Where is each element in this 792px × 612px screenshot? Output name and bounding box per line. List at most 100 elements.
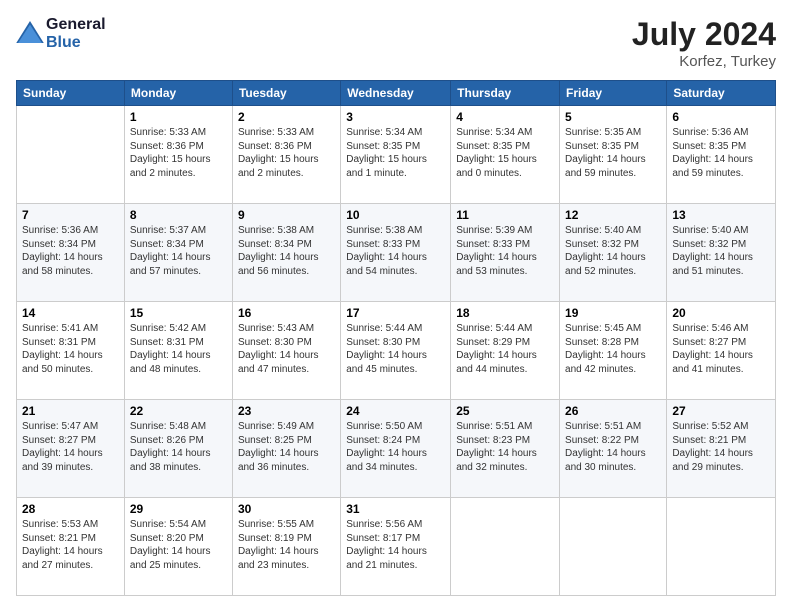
sunset: Sunset: 8:21 PM — [672, 435, 746, 446]
sunrise: Sunrise: 5:42 AM — [130, 323, 206, 334]
table-row: 5Sunrise: 5:35 AMSunset: 8:35 PMDaylight… — [560, 106, 667, 204]
daylight: Daylight: 15 hours and 2 minutes. — [130, 154, 211, 179]
day-number: 16 — [238, 306, 335, 320]
day-number: 8 — [130, 208, 227, 222]
sunset: Sunset: 8:27 PM — [22, 435, 96, 446]
table-row — [17, 106, 125, 204]
sunrise: Sunrise: 5:51 AM — [456, 421, 532, 432]
day-info: Sunrise: 5:36 AMSunset: 8:35 PMDaylight:… — [672, 126, 770, 180]
day-number: 22 — [130, 404, 227, 418]
table-row: 20 Sunrise: 5:46 AMSunset: 8:27 PMDayligh… — [667, 302, 776, 400]
sunrise: Sunrise: 5:37 AM — [130, 225, 206, 236]
table-row: 12Sunrise: 5:40 AMSunset: 8:32 PMDayligh… — [560, 204, 667, 302]
sunrise: Sunrise: 5:41 AM — [22, 323, 98, 334]
daylight: Daylight: 14 hours and 58 minutes. — [22, 252, 103, 277]
day-info: Sunrise: 5:34 AMSunset: 8:35 PMDaylight:… — [456, 126, 554, 180]
daylight: Daylight: 14 hours and 47 minutes. — [238, 350, 319, 375]
sunset: Sunset: 8:19 PM — [238, 533, 312, 544]
day-info: Sunrise: 5:46 AMSunset: 8:27 PMDaylight:… — [672, 322, 770, 376]
sunset: Sunset: 8:31 PM — [22, 337, 96, 348]
sunrise: Sunrise: 5:53 AM — [22, 519, 98, 530]
day-info: Sunrise: 5:44 AMSunset: 8:29 PMDaylight:… — [456, 322, 554, 376]
sunset: Sunset: 8:30 PM — [238, 337, 312, 348]
day-number: 27 — [672, 404, 770, 418]
sunrise: Sunrise: 5:47 AM — [22, 421, 98, 432]
day-info: Sunrise: 5:38 AM Sunset: 8:33 PM Daylight:… — [346, 224, 445, 278]
sunrise: Sunrise: 5:56 AM — [346, 519, 422, 530]
table-row: 21 Sunrise: 5:47 AM Sunset: 8:27 PM Dayligh… — [17, 400, 125, 498]
sunrise: Sunrise: 5:43 AM — [238, 323, 314, 334]
day-number: 1 — [130, 110, 227, 124]
sunrise: Sunrise: 5:48 AM — [130, 421, 206, 432]
table-row: 31Sunrise: 5:56 AMSunset: 8:17 PMDayligh… — [341, 498, 451, 596]
sunset: Sunset: 8:31 PM — [130, 337, 204, 348]
daylight: Daylight: 14 hours and 50 minutes. — [22, 350, 103, 375]
daylight: Daylight: 14 hours and 53 minutes. — [456, 252, 537, 277]
day-info: Sunrise: 5:33 AMSunset: 8:36 PMDaylight:… — [238, 126, 335, 180]
day-info: Sunrise: 5:38 AMSunset: 8:34 PMDaylight:… — [238, 224, 335, 278]
daylight: Daylight: 14 hours and 25 minutes. — [130, 546, 211, 571]
sunset: Sunset: 8:17 PM — [346, 533, 420, 544]
table-row: 19Sunrise: 5:45 AMSunset: 8:28 PMDayligh… — [560, 302, 667, 400]
day-number: 13 — [672, 208, 770, 222]
logo-text: General Blue — [46, 16, 106, 52]
sunrise: Sunrise: 5:38 AM — [346, 225, 422, 236]
table-row: 30Sunrise: 5:55 AMSunset: 8:19 PMDayligh… — [232, 498, 340, 596]
col-thursday: Thursday — [451, 81, 560, 106]
calendar-header-row: Sunday Monday Tuesday Wednesday Thursday… — [17, 81, 776, 106]
table-row: 13Sunrise: 5:40 AMSunset: 8:32 PMDayligh… — [667, 204, 776, 302]
table-row: 4Sunrise: 5:34 AMSunset: 8:35 PMDaylight… — [451, 106, 560, 204]
sunrise: Sunrise: 5:39 AM — [456, 225, 532, 236]
table-row: 16 Sunrise: 5:43 AM Sunset: 8:30 PM Dayligh… — [232, 302, 340, 400]
sunrise: Sunrise: 5:36 AM — [22, 225, 98, 236]
daylight: Daylight: 14 hours and 51 minutes. — [672, 252, 753, 277]
day-info: Sunrise: 5:43 AM Sunset: 8:30 PM Daylight:… — [238, 322, 335, 376]
day-number: 24 — [346, 404, 445, 418]
day-number: 21 — [22, 404, 119, 418]
sunrise: Sunrise: 5:55 AM — [238, 519, 314, 530]
col-friday: Friday — [560, 81, 667, 106]
day-info: Sunrise: 5:36 AMSunset: 8:34 PMDaylight:… — [22, 224, 119, 278]
day-number: 31 — [346, 502, 445, 516]
sunrise: Sunrise: 5:52 AM — [672, 421, 748, 432]
sunset: Sunset: 8:33 PM — [456, 239, 530, 250]
daylight: Daylight: 14 hours and 23 minutes. — [238, 546, 319, 571]
day-number: 14 — [22, 306, 119, 320]
table-row: 9Sunrise: 5:38 AMSunset: 8:34 PMDaylight… — [232, 204, 340, 302]
day-number: 23 — [238, 404, 335, 418]
table-row: 18 Sunrise: 5:44 AMSunset: 8:29 PMDayligh… — [451, 302, 560, 400]
table-row: 23Sunrise: 5:49 AMSunset: 8:25 PMDayligh… — [232, 400, 340, 498]
sunset: Sunset: 8:33 PM — [346, 239, 420, 250]
table-row: 14 Sunrise: 5:41 AM Sunset: 8:31 PM Dayligh… — [17, 302, 125, 400]
table-row: 29Sunrise: 5:54 AMSunset: 8:20 PMDayligh… — [124, 498, 232, 596]
sunset: Sunset: 8:35 PM — [346, 141, 420, 152]
table-row: 7Sunrise: 5:36 AMSunset: 8:34 PMDaylight… — [17, 204, 125, 302]
day-info: Sunrise: 5:52 AMSunset: 8:21 PMDaylight:… — [672, 420, 770, 474]
sunset: Sunset: 8:36 PM — [238, 141, 312, 152]
sunrise: Sunrise: 5:38 AM — [238, 225, 314, 236]
day-info: Sunrise: 5:33 AMSunset: 8:36 PMDaylight:… — [130, 126, 227, 180]
daylight: Daylight: 14 hours and 52 minutes. — [565, 252, 646, 277]
day-info: Sunrise: 5:51 AMSunset: 8:22 PMDaylight:… — [565, 420, 661, 474]
table-row — [451, 498, 560, 596]
day-number: 11 — [456, 208, 554, 222]
day-number: 18 — [456, 306, 554, 320]
table-row: 24Sunrise: 5:50 AMSunset: 8:24 PMDayligh… — [341, 400, 451, 498]
sunset: Sunset: 8:27 PM — [672, 337, 746, 348]
daylight: Daylight: 14 hours and 54 minutes. — [346, 252, 427, 277]
page: General Blue July 2024 Korfez, Turkey Su… — [0, 0, 792, 612]
day-number: 15 — [130, 306, 227, 320]
day-info: Sunrise: 5:40 AMSunset: 8:32 PMDaylight:… — [565, 224, 661, 278]
table-row: 15Sunrise: 5:42 AMSunset: 8:31 PMDayligh… — [124, 302, 232, 400]
day-number: 3 — [346, 110, 445, 124]
sunset: Sunset: 8:36 PM — [130, 141, 204, 152]
table-row: 8Sunrise: 5:37 AMSunset: 8:34 PMDaylight… — [124, 204, 232, 302]
daylight: Daylight: 14 hours and 36 minutes. — [238, 448, 319, 473]
day-number: 29 — [130, 502, 227, 516]
daylight: Daylight: 14 hours and 30 minutes. — [565, 448, 646, 473]
table-row — [560, 498, 667, 596]
day-number: 20 — [672, 306, 770, 320]
day-info: Sunrise: 5:55 AM Sunset: 8:19 PM Daylight:… — [238, 518, 335, 572]
daylight: Daylight: 14 hours and 39 minutes. — [22, 448, 103, 473]
sunset: Sunset: 8:30 PM — [346, 337, 420, 348]
